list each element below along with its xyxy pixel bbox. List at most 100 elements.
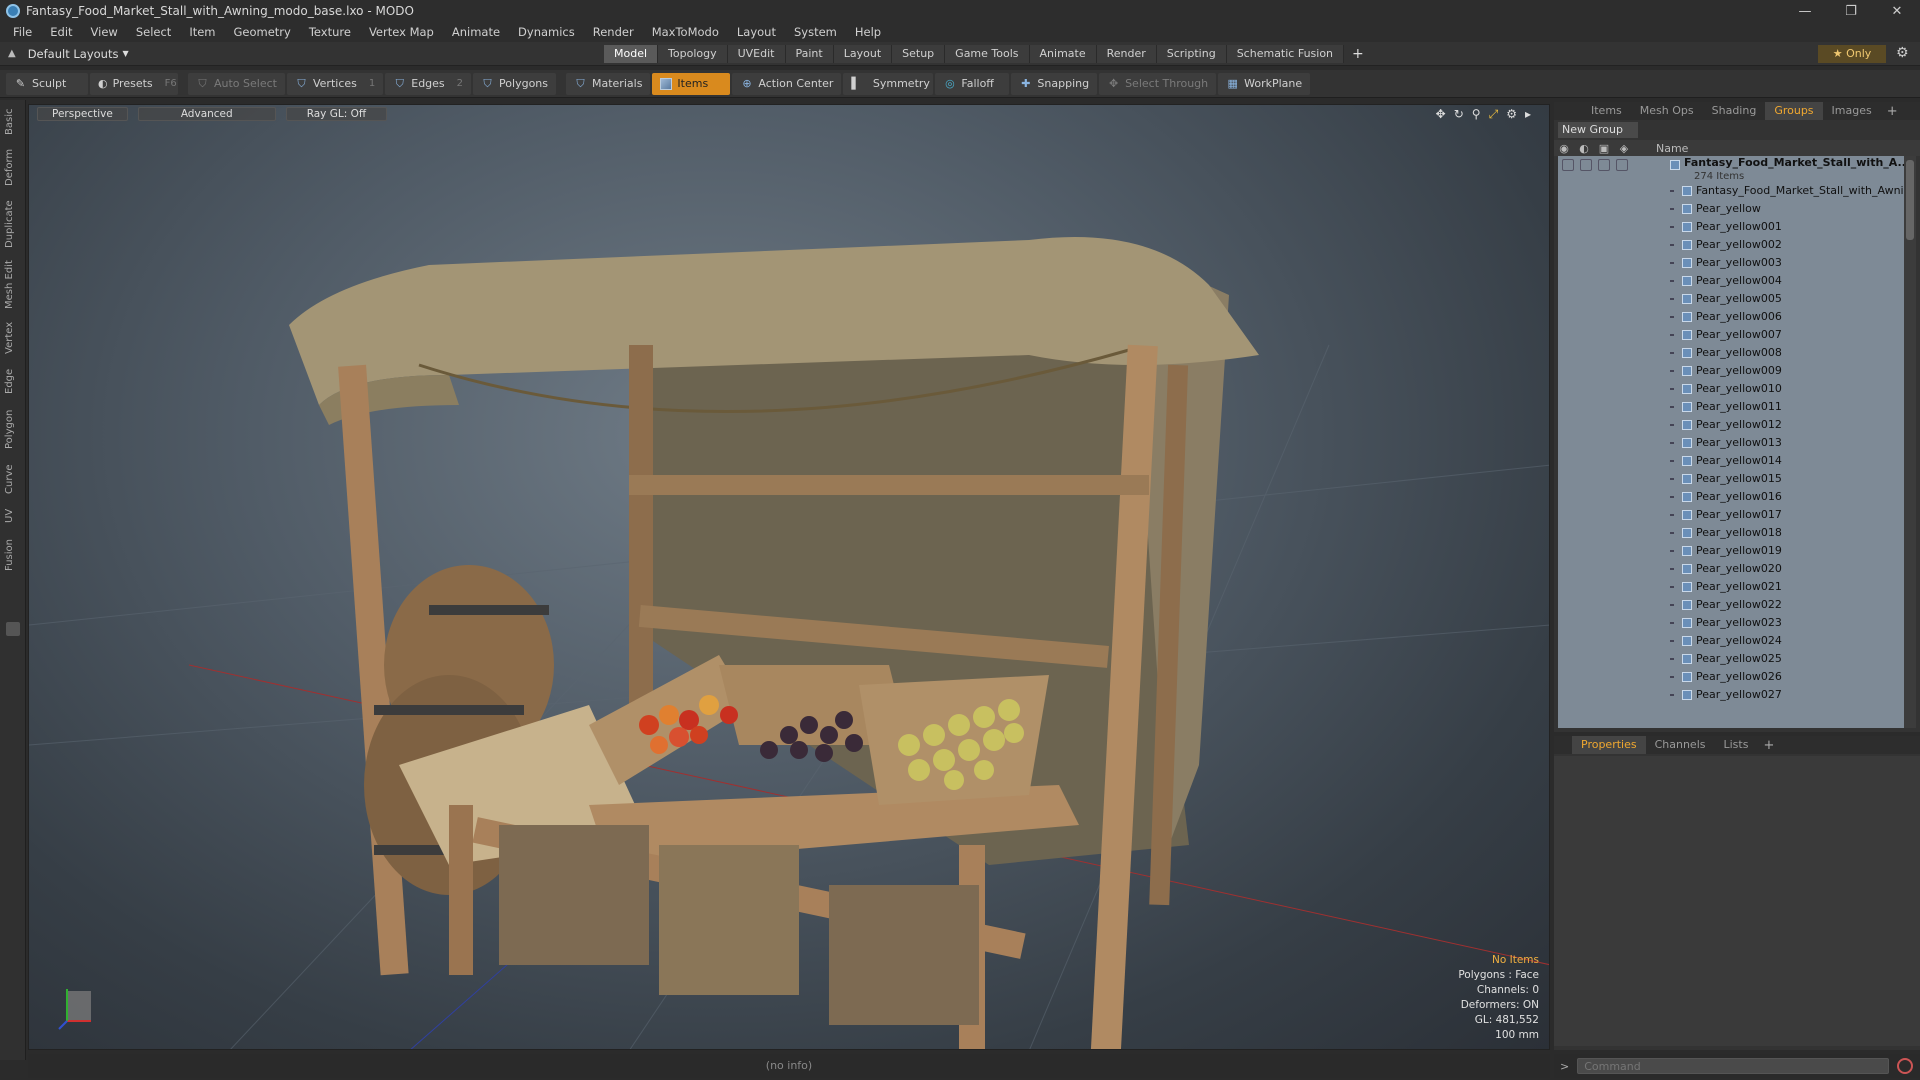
lock-icon[interactable]: ▣: [1594, 142, 1614, 155]
group-toggles[interactable]: [1562, 159, 1628, 171]
list-item[interactable]: Pear_yellow010: [1558, 380, 1904, 398]
tab-images[interactable]: Images: [1823, 102, 1881, 120]
list-item[interactable]: Pear_yellow008: [1558, 344, 1904, 362]
list-item[interactable]: Pear_yellow017: [1558, 506, 1904, 524]
tab-lists[interactable]: Lists: [1715, 736, 1758, 754]
list-item[interactable]: Pear_yellow023: [1558, 614, 1904, 632]
vertices-button[interactable]: ⛉ Vertices 1: [286, 72, 384, 95]
tree-scrollbar[interactable]: [1904, 156, 1916, 728]
scrollbar-thumb[interactable]: [1906, 160, 1914, 240]
menu-maxtomodo[interactable]: MaxToModo: [643, 22, 728, 42]
list-item[interactable]: Pear_yellow002: [1558, 236, 1904, 254]
menu-help[interactable]: Help: [846, 22, 890, 42]
list-item[interactable]: Pear_yellow012: [1558, 416, 1904, 434]
rotate-view-icon[interactable]: ↻: [1454, 107, 1464, 122]
materials-button[interactable]: ⛉ Materials: [566, 72, 651, 95]
add-props-tab-plus-icon[interactable]: +: [1757, 738, 1780, 753]
snapping-button[interactable]: ✚ Snapping: [1011, 72, 1098, 95]
tab-properties[interactable]: Properties: [1572, 736, 1646, 754]
list-item[interactable]: Pear_yellow021: [1558, 578, 1904, 596]
view-mode-button[interactable]: Perspective: [37, 107, 128, 121]
list-item[interactable]: Pear_yellow020: [1558, 560, 1904, 578]
tab-topology[interactable]: Topology: [658, 45, 728, 63]
list-item[interactable]: Pear_yellow014: [1558, 452, 1904, 470]
list-item[interactable]: Pear_yellow007: [1558, 326, 1904, 344]
menu-item[interactable]: Item: [180, 22, 224, 42]
new-group-button[interactable]: New Group: [1558, 122, 1638, 138]
tab-groups[interactable]: Groups: [1765, 102, 1823, 120]
viewport-expand-arrow-icon[interactable]: ▸: [1525, 107, 1531, 122]
list-item[interactable]: Pear_yellow011: [1558, 398, 1904, 416]
raygl-button[interactable]: Ray GL: Off: [285, 107, 388, 121]
polygons-button[interactable]: ⛉ Polygons: [473, 72, 556, 95]
vtab-edge[interactable]: Edge: [4, 364, 22, 398]
tab-render[interactable]: Render: [1096, 45, 1157, 63]
tab-animate[interactable]: Animate: [1029, 45, 1097, 63]
list-item[interactable]: Pear_yellow025: [1558, 650, 1904, 668]
menu-texture[interactable]: Texture: [300, 22, 360, 42]
vtab-deform[interactable]: Deform: [4, 146, 22, 188]
tab-layout[interactable]: Layout: [833, 45, 893, 63]
vtab-mesh-edit[interactable]: Mesh Edit: [4, 258, 22, 312]
maximize-button[interactable]: ❐: [1828, 0, 1874, 22]
presets-button[interactable]: ◐ Presets F6: [90, 72, 178, 95]
sculpt-button[interactable]: ✎ Sculpt: [6, 72, 88, 95]
edges-button[interactable]: ⛉ Edges 2: [385, 72, 472, 95]
action-center-button[interactable]: ⊕ Action Center: [732, 72, 842, 95]
vtab-uv[interactable]: UV: [4, 504, 22, 528]
layout-selector[interactable]: ▲ Default Layouts ▼: [8, 47, 138, 61]
items-button[interactable]: Items: [652, 72, 731, 95]
list-item[interactable]: Pear_yellow016: [1558, 488, 1904, 506]
3d-viewport[interactable]: Perspective Advanced Ray GL: Off ✥ ↻ ⚲ ⤢…: [28, 104, 1550, 1050]
tab-setup[interactable]: Setup: [892, 45, 946, 63]
menu-animate[interactable]: Animate: [443, 22, 509, 42]
menu-edit[interactable]: Edit: [41, 22, 81, 42]
group-row[interactable]: Fantasy_Food_Market_Stall_with_A... 274 …: [1558, 156, 1904, 182]
symmetry-button[interactable]: ▌ Symmetry: [843, 72, 934, 95]
tab-paint[interactable]: Paint: [785, 45, 834, 63]
workplane-button[interactable]: ▦ WorkPlane: [1218, 72, 1311, 95]
only-button[interactable]: ★ Only: [1818, 45, 1886, 63]
list-item[interactable]: Pear_yellow024: [1558, 632, 1904, 650]
strip-toggle-button[interactable]: [6, 622, 20, 636]
list-item[interactable]: Pear_yellow018: [1558, 524, 1904, 542]
list-item[interactable]: Pear_yellow004: [1558, 272, 1904, 290]
vtab-basic[interactable]: Basic: [4, 104, 22, 140]
tab-channels[interactable]: Channels: [1646, 736, 1715, 754]
close-button[interactable]: ✕: [1874, 0, 1920, 22]
menu-render[interactable]: Render: [584, 22, 643, 42]
menu-file[interactable]: File: [4, 22, 41, 42]
tab-uvedit[interactable]: UVEdit: [727, 45, 786, 63]
tab-game-tools[interactable]: Game Tools: [945, 45, 1030, 63]
add-tab-plus-icon[interactable]: +: [1881, 104, 1904, 119]
vtab-duplicate[interactable]: Duplicate: [4, 196, 22, 252]
menu-view[interactable]: View: [82, 22, 127, 42]
vtab-curve[interactable]: Curve: [4, 460, 22, 498]
select-through-button[interactable]: ✥ Select Through: [1099, 72, 1217, 95]
command-input[interactable]: [1577, 1058, 1890, 1074]
menu-dynamics[interactable]: Dynamics: [509, 22, 584, 42]
list-item[interactable]: Pear_yellow027: [1558, 686, 1904, 704]
gear-icon[interactable]: ⚙: [1896, 45, 1909, 61]
stop-icon[interactable]: [1897, 1058, 1914, 1074]
tab-schematic-fusion[interactable]: Schematic Fusion: [1226, 45, 1345, 63]
list-item[interactable]: Pear_yellow026: [1558, 668, 1904, 686]
menu-vertex-map[interactable]: Vertex Map: [360, 22, 443, 42]
tab-mesh-ops[interactable]: Mesh Ops: [1631, 102, 1703, 120]
shading-mode-button[interactable]: Advanced: [137, 107, 276, 121]
visibility-eye-icon[interactable]: ◉: [1554, 142, 1574, 155]
tab-scripting[interactable]: Scripting: [1156, 45, 1227, 63]
list-item[interactable]: Pear_yellow015: [1558, 470, 1904, 488]
collapse-up-icon[interactable]: ▲: [8, 48, 16, 59]
tab-items[interactable]: Items: [1582, 102, 1631, 120]
vtab-vertex[interactable]: Vertex: [4, 318, 22, 358]
falloff-button[interactable]: ◎ Falloff: [935, 72, 1010, 95]
menu-system[interactable]: System: [785, 22, 846, 42]
vtab-fusion[interactable]: Fusion: [4, 534, 22, 576]
viewport-settings-gear-icon[interactable]: ⚙: [1506, 107, 1517, 122]
vtab-polygon[interactable]: Polygon: [4, 404, 22, 454]
menu-geometry[interactable]: Geometry: [225, 22, 300, 42]
list-item[interactable]: Pear_yellow005: [1558, 290, 1904, 308]
add-tab-plus-icon[interactable]: +: [1344, 45, 1372, 63]
list-item[interactable]: Fantasy_Food_Market_Stall_with_Awning: [1558, 182, 1904, 200]
